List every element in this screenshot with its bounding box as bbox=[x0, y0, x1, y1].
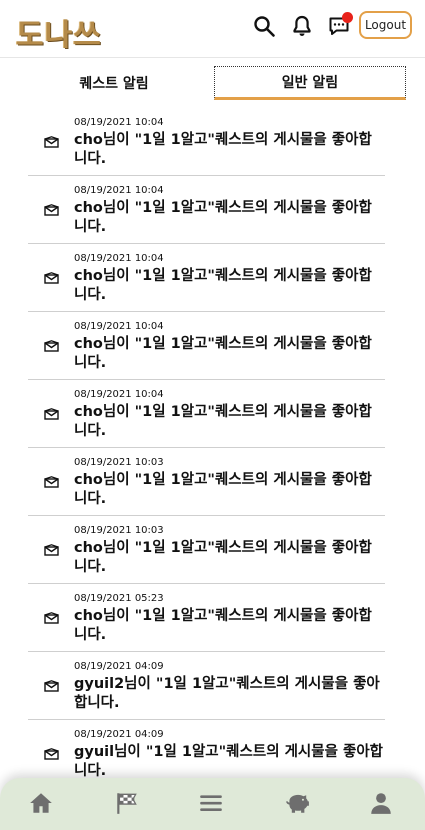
list-item[interactable]: 08/19/2021 10:04 cho님이 "1일 1알고"퀘스트의 게시물을… bbox=[28, 312, 385, 380]
notification-date: 08/19/2021 10:04 bbox=[74, 321, 164, 332]
list-item[interactable]: 08/19/2021 10:03 cho님이 "1일 1알고"퀘스트의 게시물을… bbox=[28, 448, 385, 516]
list-item[interactable]: 08/19/2021 10:04 cho님이 "1일 1알고"퀘스트의 게시물을… bbox=[28, 108, 385, 176]
list-item[interactable]: 08/19/2021 10:04 cho님이 "1일 1알고"퀘스트의 게시물을… bbox=[28, 380, 385, 448]
top-header: 도나쓰 Logout bbox=[0, 0, 425, 58]
list-item[interactable]: 08/19/2021 10:04 cho님이 "1일 1알고"퀘스트의 게시물을… bbox=[28, 176, 385, 244]
notification-date: 08/19/2021 04:09 bbox=[74, 661, 164, 672]
notification-date: 08/19/2021 10:04 bbox=[74, 185, 164, 196]
tab-quest-notifications[interactable]: 퀘스트 알림 bbox=[16, 66, 212, 100]
envelope-icon bbox=[44, 544, 59, 556]
notification-message: gyuil님이 "1일 1알고"퀘스트의 게시물을 좋아합니다. bbox=[74, 744, 384, 779]
notification-date: 08/19/2021 10:03 bbox=[74, 525, 164, 536]
list-item[interactable]: 08/19/2021 05:23 cho님이 "1일 1알고"퀘스트의 게시물을… bbox=[28, 584, 385, 652]
tab-general-notifications[interactable]: 일반 알림 bbox=[214, 66, 406, 100]
notification-date: 08/19/2021 04:09 bbox=[74, 729, 164, 740]
home-icon[interactable] bbox=[26, 788, 56, 818]
notification-message: cho님이 "1일 1알고"퀘스트의 게시물을 좋아합니다. bbox=[74, 268, 372, 303]
envelope-icon bbox=[44, 340, 59, 352]
list-item[interactable]: 08/19/2021 10:04 cho님이 "1일 1알고"퀘스트의 게시물을… bbox=[28, 244, 385, 312]
notification-message: cho님이 "1일 1알고"퀘스트의 게시물을 좋아합니다. bbox=[74, 404, 372, 439]
notification-message: cho님이 "1일 1알고"퀘스트의 게시물을 좋아합니다. bbox=[74, 540, 372, 575]
notification-date: 08/19/2021 10:04 bbox=[74, 253, 164, 264]
notification-message: cho님이 "1일 1알고"퀘스트의 게시물을 좋아합니다. bbox=[74, 132, 372, 167]
envelope-icon bbox=[44, 476, 59, 488]
person-icon[interactable] bbox=[366, 788, 396, 818]
notification-message: gyuil2님이 "1일 1알고"퀘스트의 게시물을 좋아합니다. bbox=[74, 676, 380, 711]
notification-date: 08/19/2021 10:04 bbox=[74, 389, 164, 400]
notification-dot bbox=[342, 12, 353, 23]
notification-date: 08/19/2021 05:23 bbox=[74, 593, 164, 604]
menu-icon[interactable] bbox=[196, 788, 226, 818]
notification-message: cho님이 "1일 1알고"퀘스트의 게시물을 좋아합니다. bbox=[74, 336, 372, 371]
envelope-icon bbox=[44, 748, 59, 760]
envelope-icon bbox=[44, 680, 59, 692]
notification-date: 08/19/2021 10:04 bbox=[74, 117, 164, 128]
envelope-icon bbox=[44, 408, 59, 420]
notification-message: cho님이 "1일 1알고"퀘스트의 게시물을 좋아합니다. bbox=[74, 472, 372, 507]
envelope-icon bbox=[44, 136, 59, 148]
list-item[interactable]: 08/19/2021 04:09 gyuil2님이 "1일 1알고"퀘스트의 게… bbox=[28, 652, 385, 720]
app-logo[interactable]: 도나쓰 bbox=[16, 10, 102, 54]
list-item[interactable]: 08/19/2021 10:03 cho님이 "1일 1알고"퀘스트의 게시물을… bbox=[28, 516, 385, 584]
checkered-flag-icon[interactable] bbox=[112, 788, 142, 818]
envelope-icon bbox=[44, 272, 59, 284]
envelope-icon bbox=[44, 204, 59, 216]
notification-list: 08/19/2021 10:04 cho님이 "1일 1알고"퀘스트의 게시물을… bbox=[28, 108, 385, 788]
bottom-navigation bbox=[0, 778, 425, 830]
bell-icon[interactable] bbox=[289, 13, 315, 39]
notification-message: cho님이 "1일 1알고"퀘스트의 게시물을 좋아합니다. bbox=[74, 608, 372, 643]
notification-date: 08/19/2021 10:03 bbox=[74, 457, 164, 468]
notification-message: cho님이 "1일 1알고"퀘스트의 게시물을 좋아합니다. bbox=[74, 200, 372, 235]
search-icon[interactable] bbox=[251, 13, 277, 39]
notification-tabs: 퀘스트 알림 일반 알림 bbox=[16, 66, 408, 100]
envelope-icon bbox=[44, 612, 59, 624]
piggy-bank-icon[interactable] bbox=[282, 788, 312, 818]
logout-button[interactable]: Logout bbox=[359, 11, 412, 39]
